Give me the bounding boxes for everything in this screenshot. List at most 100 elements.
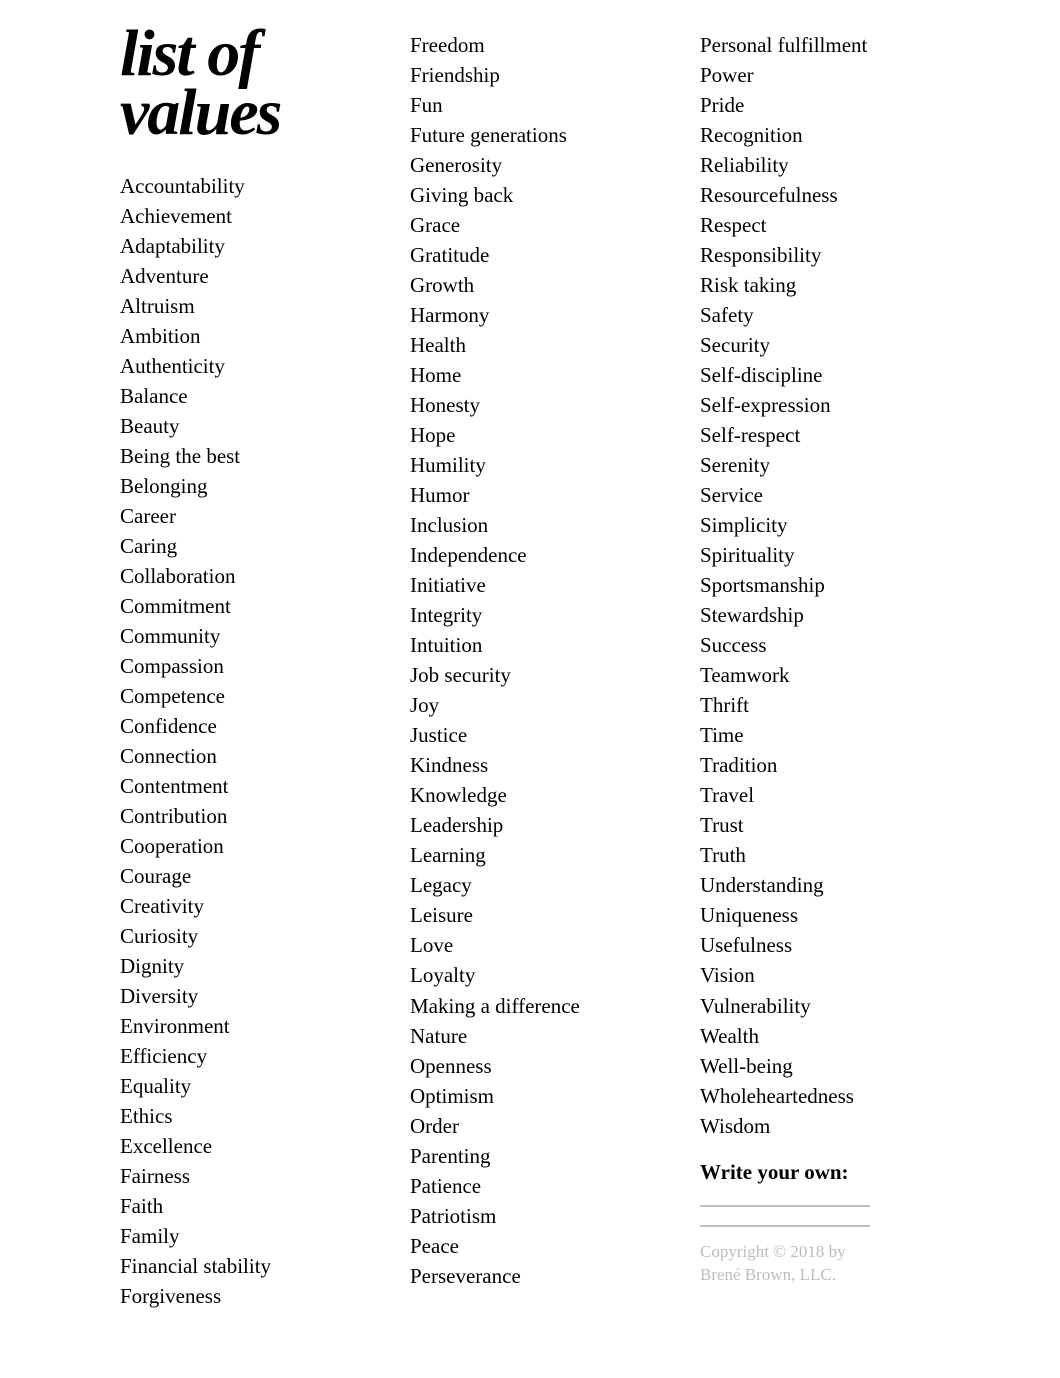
value-item: Success xyxy=(700,630,950,660)
value-item: Balance xyxy=(120,381,370,411)
value-item: Ambition xyxy=(120,321,370,351)
value-item: Joy xyxy=(410,690,660,720)
value-item: Home xyxy=(410,360,660,390)
copyright-line-2: Brené Brown, LLC. xyxy=(700,1265,836,1284)
value-item: Stewardship xyxy=(700,600,950,630)
value-item: Learning xyxy=(410,840,660,870)
value-item: Job security xyxy=(410,660,660,690)
value-item: Parenting xyxy=(410,1141,660,1171)
value-item: Tradition xyxy=(700,750,950,780)
value-item: Respect xyxy=(700,210,950,240)
write-your-own-heading: Write your own: xyxy=(700,1157,950,1187)
value-item: Usefulness xyxy=(700,930,950,960)
value-item: Risk taking xyxy=(700,270,950,300)
value-item: Simplicity xyxy=(700,510,950,540)
value-item: Forgiveness xyxy=(120,1281,370,1311)
value-item: Fun xyxy=(410,90,660,120)
value-item: Vision xyxy=(700,960,950,990)
value-item: Reliability xyxy=(700,150,950,180)
value-item: Leadership xyxy=(410,810,660,840)
value-item: Personal fulfillment xyxy=(700,30,950,60)
value-item: Patriotism xyxy=(410,1201,660,1231)
value-item: Cooperation xyxy=(120,831,370,861)
value-item: Love xyxy=(410,930,660,960)
value-item: Sportsmanship xyxy=(700,570,950,600)
value-item: Career xyxy=(120,501,370,531)
value-item: Compassion xyxy=(120,651,370,681)
value-item: Making a difference xyxy=(410,991,660,1021)
value-item: Loyalty xyxy=(410,960,660,990)
value-item: Inclusion xyxy=(410,510,660,540)
value-item: Creativity xyxy=(120,891,370,921)
value-item: Well-being xyxy=(700,1051,950,1081)
value-item: Time xyxy=(700,720,950,750)
value-item: Family xyxy=(120,1221,370,1251)
value-item: Curiosity xyxy=(120,921,370,951)
value-item: Contentment xyxy=(120,771,370,801)
value-item: Excellence xyxy=(120,1131,370,1161)
value-item: Self-discipline xyxy=(700,360,950,390)
copyright: Copyright © 2018 by Brené Brown, LLC. xyxy=(700,1241,950,1287)
value-item: Trust xyxy=(700,810,950,840)
value-item: Openness xyxy=(410,1051,660,1081)
value-item: Friendship xyxy=(410,60,660,90)
value-item: Health xyxy=(410,330,660,360)
value-item: Adventure xyxy=(120,261,370,291)
value-item: Pride xyxy=(700,90,950,120)
value-item: Knowledge xyxy=(410,780,660,810)
value-item: Responsibility xyxy=(700,240,950,270)
value-item: Self-expression xyxy=(700,390,950,420)
value-item: Integrity xyxy=(410,600,660,630)
copyright-line-1: Copyright © 2018 by xyxy=(700,1242,846,1261)
value-item: Environment xyxy=(120,1011,370,1041)
value-item: Uniqueness xyxy=(700,900,950,930)
value-item: Beauty xyxy=(120,411,370,441)
value-item: Belonging xyxy=(120,471,370,501)
write-your-own-line-2 xyxy=(700,1225,870,1227)
value-item: Security xyxy=(700,330,950,360)
value-item: Vulnerability xyxy=(700,991,950,1021)
value-item: Faith xyxy=(120,1191,370,1221)
value-item: Ethics xyxy=(120,1101,370,1131)
value-item: Collaboration xyxy=(120,561,370,591)
write-your-own-line-1 xyxy=(700,1205,870,1207)
value-item: Travel xyxy=(700,780,950,810)
value-item: Truth xyxy=(700,840,950,870)
value-item: Equality xyxy=(120,1071,370,1101)
value-item: Commitment xyxy=(120,591,370,621)
value-item: Being the best xyxy=(120,441,370,471)
value-item: Growth xyxy=(410,270,660,300)
value-item: Competence xyxy=(120,681,370,711)
value-item: Humility xyxy=(410,450,660,480)
value-item: Power xyxy=(700,60,950,90)
value-item: Nature xyxy=(410,1021,660,1051)
value-item: Honesty xyxy=(410,390,660,420)
value-item: Courage xyxy=(120,861,370,891)
value-item: Independence xyxy=(410,540,660,570)
value-item: Resourcefulness xyxy=(700,180,950,210)
value-item: Intuition xyxy=(410,630,660,660)
value-item: Humor xyxy=(410,480,660,510)
value-item: Gratitude xyxy=(410,240,660,270)
value-item: Efficiency xyxy=(120,1041,370,1071)
page-title: list of values xyxy=(120,24,370,143)
value-item: Accountability xyxy=(120,171,370,201)
value-item: Grace xyxy=(410,210,660,240)
value-item: Order xyxy=(410,1111,660,1141)
value-item: Optimism xyxy=(410,1081,660,1111)
value-item: Generosity xyxy=(410,150,660,180)
page: list of values AccountabilityAchievement… xyxy=(0,0,1060,1378)
value-item: Harmony xyxy=(410,300,660,330)
value-item: Thrift xyxy=(700,690,950,720)
value-item: Wholeheartedness xyxy=(700,1081,950,1111)
value-item: Leisure xyxy=(410,900,660,930)
value-item: Justice xyxy=(410,720,660,750)
value-item: Adaptability xyxy=(120,231,370,261)
value-item: Recognition xyxy=(700,120,950,150)
value-item: Giving back xyxy=(410,180,660,210)
value-item: Understanding xyxy=(700,870,950,900)
value-item: Community xyxy=(120,621,370,651)
value-item: Wealth xyxy=(700,1021,950,1051)
value-item: Caring xyxy=(120,531,370,561)
value-item: Achievement xyxy=(120,201,370,231)
